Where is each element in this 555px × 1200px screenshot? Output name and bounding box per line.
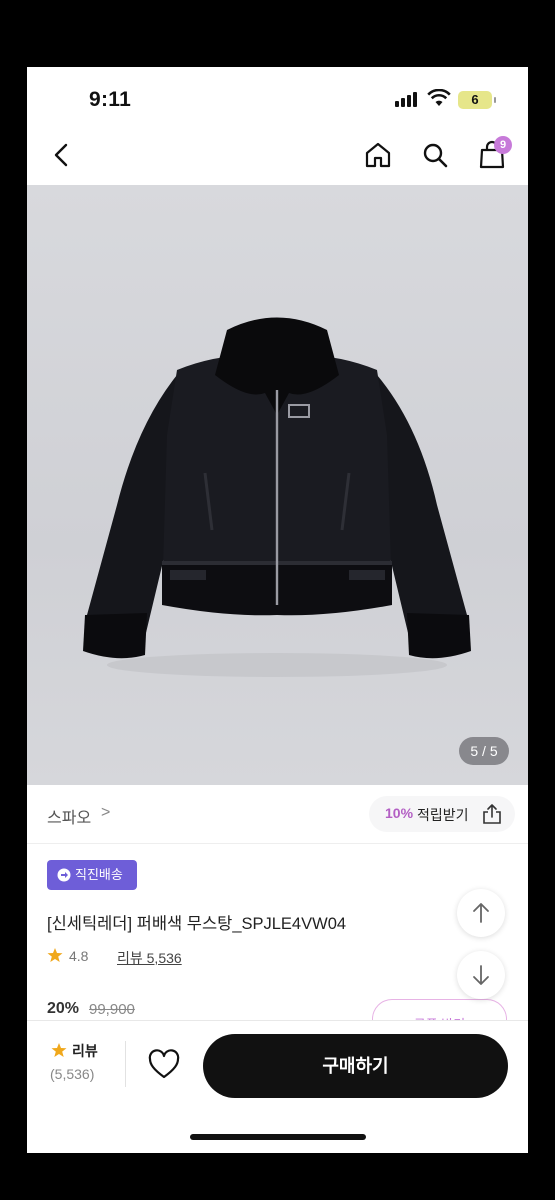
status-time: 9:11	[89, 88, 132, 111]
search-icon[interactable]	[420, 139, 450, 171]
brand-row: 스파오 > 10% 적립받기	[27, 785, 528, 843]
scroll-down-button[interactable]	[457, 951, 505, 999]
nav-bar	[27, 127, 528, 185]
cart-badge: 9	[494, 136, 512, 154]
points-button[interactable]: 10% 적립받기	[369, 796, 515, 832]
back-icon[interactable]	[47, 139, 77, 171]
heart-icon[interactable]	[147, 1049, 181, 1081]
points-label: 적립받기	[417, 807, 469, 823]
share-icon[interactable]	[481, 803, 503, 825]
scroll-top-button[interactable]	[457, 889, 505, 937]
home-indicator	[190, 1134, 366, 1140]
rating-value: 4.8	[69, 948, 89, 964]
review-count: (5,536)	[50, 1066, 95, 1082]
cellular-signal-icon	[395, 91, 419, 107]
chevron-right-icon: >	[101, 804, 111, 821]
original-price: 99,900	[89, 1001, 135, 1018]
wifi-icon	[427, 89, 451, 106]
separator	[125, 1041, 126, 1087]
home-icon[interactable]	[363, 139, 393, 171]
status-bar: 9:11 6	[27, 67, 528, 127]
truck-icon	[57, 868, 71, 882]
delivery-tag: 직진배송	[47, 860, 137, 890]
review-link[interactable]: 리뷰 5,536	[117, 948, 182, 968]
phone-screen: 9:11 6 9 5 / 5 스파오 > 10% 적립받기 직진배송 [신세틱레…	[27, 67, 528, 1153]
battery-level: 6	[471, 92, 479, 107]
battery-icon: 6	[458, 91, 496, 109]
star-icon	[51, 1043, 67, 1057]
image-counter: 5 / 5	[459, 737, 509, 765]
star-icon	[47, 948, 63, 962]
arrow-up-icon	[473, 903, 489, 923]
brand-link[interactable]: 스파오	[47, 804, 91, 828]
product-title: [신세틱레더] 퍼배색 무스탕_SPJLE4VW04	[47, 915, 347, 933]
product-image[interactable]	[27, 185, 528, 785]
points-percent: 10%	[385, 805, 414, 821]
review-summary-button[interactable]: 리뷰 (5,536)	[47, 1039, 107, 1089]
review-label: 리뷰	[72, 1043, 98, 1059]
jacket-illustration	[83, 317, 471, 677]
arrow-down-icon	[473, 965, 489, 985]
discount-rate: 20%	[47, 1000, 80, 1017]
divider	[27, 843, 528, 844]
buy-button[interactable]: 구매하기	[203, 1034, 508, 1098]
tag-label: 직진배송	[75, 867, 123, 882]
